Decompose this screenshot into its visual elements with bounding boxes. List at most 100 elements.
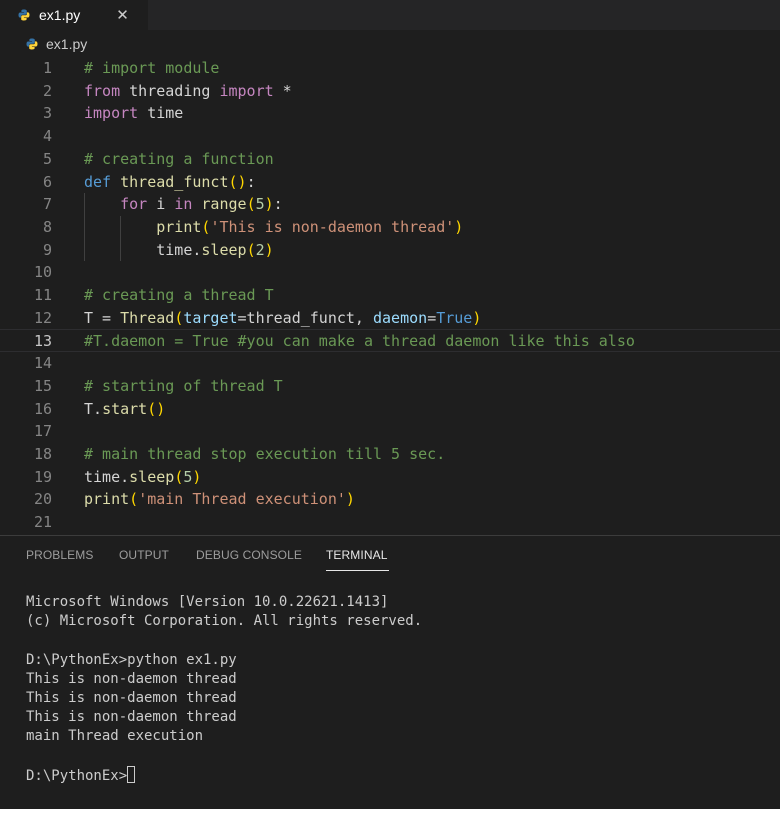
tab-ex1-py[interactable]: ex1.py ✕: [0, 0, 148, 30]
code-token: range: [201, 195, 247, 214]
editor-tab-bar: ex1.py ✕: [0, 0, 780, 30]
code-line-12[interactable]: 12 T = Thread(target=thread_funct, daemon…: [0, 307, 780, 330]
code-token: :: [273, 195, 283, 214]
code-line-4[interactable]: 4: [0, 125, 780, 148]
code-token: (: [174, 308, 184, 327]
code-token: ): [345, 490, 355, 509]
code-line-17[interactable]: 17: [0, 420, 780, 443]
code-token: # import module: [84, 59, 220, 77]
line-number: 11: [33, 286, 52, 304]
python-file-icon: [18, 9, 30, 21]
code-line-8[interactable]: 8 print('This is non-daemon thread'): [0, 216, 780, 239]
code-line-18[interactable]: 18 # main thread stop execution till 5 se…: [0, 443, 780, 466]
code-line-2[interactable]: 2 from threading import *: [0, 80, 780, 103]
line-number: 4: [42, 127, 52, 146]
code-token: (: [246, 240, 256, 259]
code-token: def: [84, 172, 112, 191]
terminal-prompt: D:\PythonEx>: [26, 767, 128, 784]
terminal-line: (c) Microsoft Corporation. All rights re…: [26, 613, 423, 630]
line-number: 19: [33, 467, 52, 486]
terminal-line: Microsoft Windows [Version 10.0.22621.14…: [26, 594, 389, 610]
panel-divider: [0, 535, 780, 536]
line-number: 1: [42, 59, 52, 77]
terminal-output[interactable]: Microsoft Windows [Version 10.0.22621.14…: [26, 593, 422, 785]
code-text: # starting of thread T: [84, 375, 283, 398]
code-token: thread_funct: [120, 172, 229, 191]
terminal-line: This is non-daemon thread: [26, 689, 237, 706]
code-text: T = Thread(target=thread_funct, daemon=T…: [84, 307, 481, 330]
code-token: for: [120, 195, 148, 214]
code-token: target: [183, 308, 238, 327]
line-number: 9: [42, 240, 52, 259]
code-token: =: [427, 308, 437, 327]
tab-terminal[interactable]: TERMINAL: [326, 548, 387, 562]
code-line-3[interactable]: 3 import time: [0, 102, 780, 125]
line-number: 2: [42, 81, 52, 100]
code-line-21[interactable]: 21: [0, 511, 780, 534]
line-number: 5: [42, 149, 52, 168]
code-token: 2: [255, 240, 265, 259]
code-token: T =: [84, 308, 121, 327]
code-token: (: [174, 467, 184, 486]
python-file-icon: [26, 38, 38, 50]
line-number: 12: [33, 308, 52, 327]
code-token: # main thread stop execution till 5 sec.: [84, 444, 446, 463]
code-line-19[interactable]: 19 time.sleep(5): [0, 466, 780, 489]
code-line-13[interactable]: 13 #T.daemon = True #you can make a threa…: [0, 329, 780, 353]
code-line-20[interactable]: 20 print('main Thread execution'): [0, 488, 780, 511]
code-token: # starting of thread T: [84, 376, 283, 395]
line-number: 6: [42, 172, 52, 191]
code-line-1[interactable]: 1 # import module: [0, 57, 780, 80]
code-line-5[interactable]: 5 # creating a function: [0, 148, 780, 171]
tab-debug-console[interactable]: DEBUG CONSOLE: [196, 548, 302, 562]
terminal-line: This is non-daemon thread: [26, 709, 237, 726]
code-token: daemon: [373, 308, 428, 327]
code-token: print: [156, 217, 202, 236]
tab-problems[interactable]: PROBLEMS: [26, 548, 94, 562]
code-token: ): [192, 467, 202, 486]
breadcrumb[interactable]: ex1.py: [0, 33, 87, 55]
code-line-15[interactable]: 15 # starting of thread T: [0, 375, 780, 398]
terminal-line: This is non-daemon thread: [26, 670, 237, 687]
code-line-11[interactable]: 11 # creating a thread T: [0, 284, 780, 307]
code-token: (: [129, 490, 139, 509]
close-icon[interactable]: ✕: [116, 8, 129, 23]
code-token: (): [147, 399, 166, 418]
code-text: # creating a function: [84, 148, 274, 171]
code-text: time.sleep(5): [84, 466, 201, 489]
code-text: def thread_funct():: [84, 171, 256, 194]
tab-output[interactable]: OUTPUT: [119, 548, 169, 562]
line-number: 3: [42, 104, 52, 123]
code-token: import: [219, 81, 274, 100]
terminal-prompt-line[interactable]: D:\PythonEx>: [26, 765, 422, 785]
code-line-6[interactable]: 6 def thread_funct():: [0, 171, 780, 194]
code-token: ): [454, 217, 464, 236]
code-line-14[interactable]: 14: [0, 352, 780, 375]
code-text: # creating a thread T: [84, 284, 274, 307]
terminal-cursor: [127, 765, 136, 783]
code-line-9[interactable]: 9 time.sleep(2): [0, 239, 780, 262]
code-line-7[interactable]: 7 for i in range(5):: [0, 193, 780, 216]
line-number: 21: [33, 513, 52, 531]
line-number: 13: [33, 332, 52, 351]
code-token: time.: [84, 240, 202, 259]
code-text: for i in range(5):: [84, 193, 283, 216]
tab-label: ex1.py: [39, 7, 81, 23]
code-line-10[interactable]: 10: [0, 261, 780, 284]
code-token: start: [102, 399, 148, 418]
code-text: from threading import *: [84, 80, 292, 103]
code-text: import time: [84, 102, 183, 125]
code-token: ): [472, 308, 482, 327]
code-editor[interactable]: 1 # import module 2 from threading import *…: [0, 57, 780, 535]
code-token: =thread_funct,: [237, 308, 373, 327]
code-token: #T.daemon = True #you can make a thread …: [84, 332, 635, 351]
code-text: # main thread stop execution till 5 sec.: [84, 443, 445, 466]
code-token: threading: [120, 81, 220, 100]
code-line-16[interactable]: 16 T.start(): [0, 398, 780, 421]
code-text: print('This is non-daemon thread'): [84, 216, 463, 239]
line-number: 8: [42, 217, 52, 236]
